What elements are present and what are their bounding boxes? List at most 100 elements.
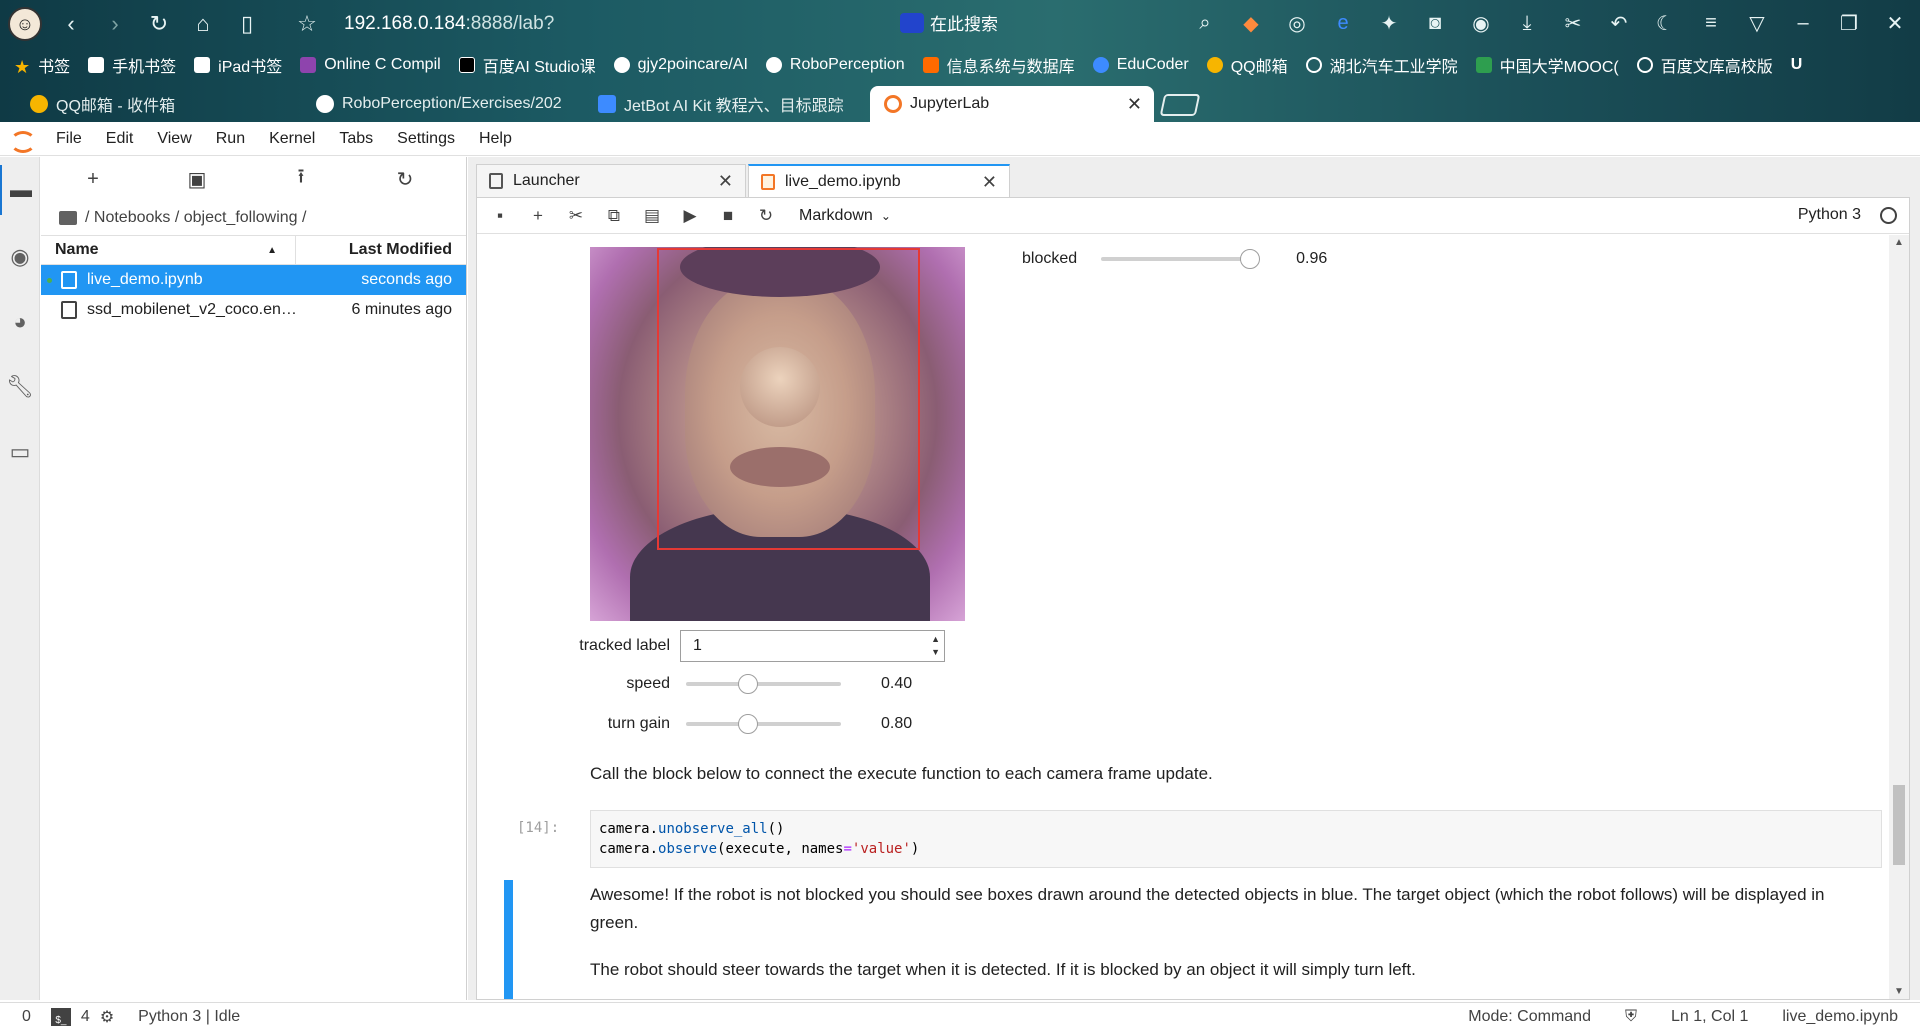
scroll-down-icon[interactable]: ▼ xyxy=(1894,986,1904,997)
reader-icon[interactable]: ▯ xyxy=(232,9,262,39)
cut-icon[interactable]: ✂ xyxy=(557,206,595,226)
close-tab-icon[interactable]: ✕ xyxy=(1127,94,1142,115)
status-count[interactable]: 4 xyxy=(81,1008,90,1026)
cat-icon[interactable]: ◎ xyxy=(1282,8,1312,38)
scrollbar-thumb[interactable] xyxy=(1893,785,1905,865)
kernel-name[interactable]: Python 3 xyxy=(1798,206,1861,224)
insert-cell-icon[interactable]: + xyxy=(519,206,557,226)
blocked-slider[interactable] xyxy=(1101,249,1260,269)
code-editor[interactable]: camera.unobserve_all() camera.observe(ex… xyxy=(590,810,1882,868)
save-icon[interactable]: ▪ xyxy=(481,206,519,226)
menu-tabs[interactable]: Tabs xyxy=(339,130,373,148)
menu-edit[interactable]: Edit xyxy=(106,130,134,148)
download-icon[interactable]: ⤓ xyxy=(1512,8,1542,38)
bookmark-item[interactable]: EduCoder xyxy=(1092,56,1189,74)
bookmark-item[interactable]: RoboPerception xyxy=(765,56,905,74)
scissors-icon[interactable]: ✂ xyxy=(1558,8,1588,38)
cell-type-select[interactable]: Markdown ⌄ xyxy=(799,207,891,225)
speed-slider[interactable] xyxy=(686,674,841,694)
paste-icon[interactable]: ▤ xyxy=(633,206,671,226)
status-count[interactable]: 0 xyxy=(22,1008,31,1026)
turn-gain-slider[interactable] xyxy=(686,714,841,734)
scroll-up-icon[interactable]: ▲ xyxy=(1894,237,1904,248)
home-icon[interactable]: ⌂ xyxy=(188,9,218,39)
tab-launcher[interactable]: Launcher ✕ xyxy=(476,164,746,197)
refresh-button[interactable]: ↻ xyxy=(353,167,457,192)
markdown-cell-text[interactable]: Call the block below to connect the exec… xyxy=(590,760,1840,788)
bookmark-item[interactable]: 中国大学MOOC( xyxy=(1475,53,1619,77)
wrench-icon[interactable]: 🔧︎ xyxy=(0,362,40,412)
undo-icon[interactable]: ↶ xyxy=(1604,8,1634,38)
bookmark-item[interactable]: ★ 书签 xyxy=(14,53,70,77)
menu-kernel[interactable]: Kernel xyxy=(269,130,315,148)
bookmark-item[interactable]: Online C Compil xyxy=(300,56,441,74)
close-icon[interactable]: ✕ xyxy=(718,171,733,192)
cursor-position[interactable]: Ln 1, Col 1 xyxy=(1671,1008,1748,1026)
browser-tab-active[interactable]: JupyterLab ✕ xyxy=(870,86,1154,122)
new-folder-button[interactable]: ▣ xyxy=(145,167,249,192)
reload-icon[interactable]: ↻ xyxy=(144,9,174,39)
new-tab-button[interactable] xyxy=(1159,94,1201,116)
search-icon[interactable]: ⌕ xyxy=(1190,8,1220,38)
kernel-state[interactable]: Python 3 | Idle xyxy=(138,1008,240,1026)
menu-run[interactable]: Run xyxy=(216,130,245,148)
game-icon[interactable]: ◆ xyxy=(1236,8,1266,38)
browser-tab[interactable]: QQ邮箱 - 收件箱 xyxy=(16,86,296,122)
bookmark-item[interactable]: gjy2poincare/AI xyxy=(613,56,748,74)
slider-handle[interactable] xyxy=(738,714,758,734)
run-icon[interactable]: ▶ xyxy=(671,206,709,226)
palette-icon[interactable]: ◕ xyxy=(0,297,40,347)
tabs-icon[interactable]: ▭ xyxy=(0,427,40,477)
browser-tab[interactable]: RoboPerception/Exercises/202 xyxy=(302,86,572,122)
file-row[interactable]: live_demo.ipynb seconds ago xyxy=(41,265,466,295)
slider-handle[interactable] xyxy=(1239,249,1260,269)
star-icon[interactable]: ☆ xyxy=(292,9,322,39)
camera-icon[interactable]: ◙ xyxy=(1420,8,1450,38)
running-icon[interactable]: ◉ xyxy=(0,232,40,282)
upload-button[interactable]: ⭱ xyxy=(249,162,353,196)
bookmark-item[interactable]: QQ邮箱 xyxy=(1206,53,1288,77)
restart-icon[interactable]: ↻ xyxy=(747,206,785,226)
bookmark-item[interactable]: 湖北汽车工业学院 xyxy=(1305,53,1458,77)
forward-icon[interactable]: › xyxy=(100,9,130,39)
menu-icon[interactable]: ≡ xyxy=(1696,8,1726,38)
browser-e-icon[interactable]: e xyxy=(1328,8,1358,38)
shirt-icon[interactable]: ▽ xyxy=(1742,8,1772,38)
menu-file[interactable]: File xyxy=(56,130,82,148)
browser-tab[interactable]: JetBot AI Kit 教程六、目标跟踪 xyxy=(584,86,854,122)
folder-icon[interactable] xyxy=(59,211,77,225)
stop-icon[interactable]: ■ xyxy=(709,206,747,226)
spinner-icon[interactable]: ▲ ▼ xyxy=(931,633,940,659)
search-box[interactable]: 在此搜索 xyxy=(900,10,998,35)
profile-avatar[interactable]: ☺ xyxy=(8,7,42,41)
bookmark-item[interactable]: 信息系统与数据库 xyxy=(922,53,1075,77)
address-bar[interactable]: 192.168.0.184:8888/lab? xyxy=(344,13,554,35)
file-row[interactable]: ssd_mobilenet_v2_coco.eng... 6 minutes a… xyxy=(41,295,466,325)
slider-handle[interactable] xyxy=(738,674,758,694)
menu-view[interactable]: View xyxy=(157,130,191,148)
menu-settings[interactable]: Settings xyxy=(397,130,455,148)
folder-icon[interactable]: ▬ xyxy=(0,165,40,215)
markdown-cell-text[interactable]: Awesome! If the robot is not blocked you… xyxy=(590,881,1840,937)
back-icon[interactable]: ‹ xyxy=(56,9,86,39)
moon-icon[interactable]: ☾ xyxy=(1650,8,1680,38)
trust-shield-icon[interactable]: ⛨ xyxy=(1625,1008,1637,1026)
column-last-modified[interactable]: Last Modified xyxy=(296,241,466,259)
bookmark-item[interactable]: iPad书签 xyxy=(194,53,282,77)
bookmark-item[interactable]: 百度文库高校版 xyxy=(1636,53,1773,77)
menu-help[interactable]: Help xyxy=(479,130,512,148)
notebook-scrollbar[interactable]: ▲ ▼ xyxy=(1889,235,1909,999)
column-name[interactable]: Name ▲ xyxy=(41,235,296,265)
bookmark-item[interactable]: 百度AI Studio课 xyxy=(458,53,596,77)
extension-icon[interactable]: ✦ xyxy=(1374,8,1404,38)
minimize-icon[interactable]: – xyxy=(1788,8,1818,38)
bookmark-item[interactable]: U xyxy=(1791,56,1803,74)
tracked-label-input[interactable]: 1 ▲ ▼ xyxy=(680,630,945,662)
copy-icon[interactable]: ⧉ xyxy=(595,206,633,226)
bulb-icon[interactable]: ◉ xyxy=(1466,8,1496,38)
restore-icon[interactable]: ❐ xyxy=(1834,8,1864,38)
markdown-cell-text[interactable]: The robot should steer towards the targe… xyxy=(590,956,1840,984)
breadcrumb-path[interactable]: / Notebooks / object_following / xyxy=(85,209,306,227)
tab-notebook[interactable]: live_demo.ipynb ✕ xyxy=(748,164,1010,198)
bookmark-item[interactable]: 手机书签 xyxy=(88,53,176,77)
